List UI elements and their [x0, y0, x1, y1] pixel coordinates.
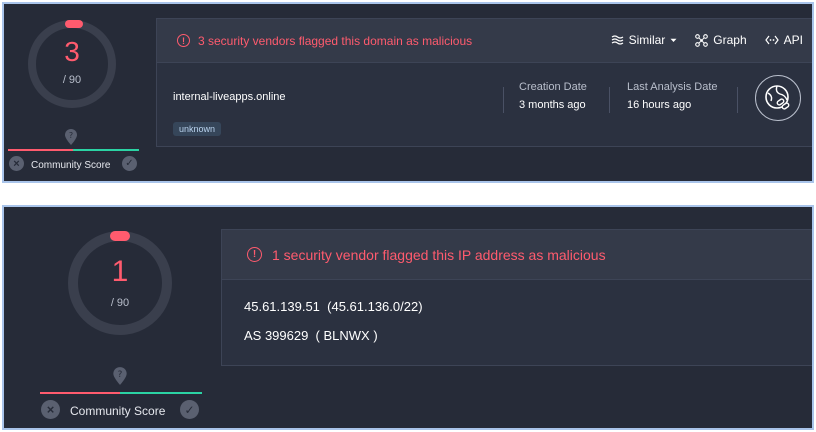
community-score-label: Community Score: [70, 404, 166, 418]
last-analysis-label: Last Analysis Date: [627, 81, 718, 93]
similar-label: Similar: [628, 33, 666, 47]
community-pin-icon: ?: [64, 128, 78, 151]
detections-total: / 90: [110, 297, 130, 309]
alert-header: ! 1 security vendor flagged this IP addr…: [222, 230, 812, 280]
similar-icon: [611, 35, 623, 45]
graph-icon: [695, 33, 709, 47]
community-score: ? × Community Score ✓: [34, 362, 209, 424]
api-icon: [764, 35, 779, 45]
ip-summary-card: ! 1 security vendor flagged this IP addr…: [221, 229, 812, 366]
divider: [737, 87, 738, 113]
vote-harmless-button[interactable]: ×: [9, 156, 24, 171]
creation-date: Creation Date 3 months ago: [519, 81, 587, 111]
detections-total: / 90: [62, 74, 82, 86]
domain-name[interactable]: internal-liveapps.online: [173, 91, 286, 103]
domain-summary-card: ! 3 security vendors flagged this domain…: [156, 18, 812, 147]
community-bar-negative: [40, 392, 120, 394]
community-pin-icon: ?: [112, 366, 128, 391]
divider: [503, 87, 504, 113]
detection-score-gauge: 3 / 90: [24, 16, 120, 112]
domain-report-panel: 3 / 90 ? × Community Score ✓ ! 3 securit…: [2, 2, 814, 183]
community-score: ? × Community Score ✓: [4, 122, 149, 180]
last-analysis-date: Last Analysis Date 16 hours ago: [627, 81, 718, 111]
ip-report-panel: 1 / 90 ? × Community Score ✓ ! 1 securit…: [2, 205, 814, 430]
community-score-label: Community Score: [31, 160, 111, 171]
vote-malicious-button[interactable]: ✓: [122, 156, 137, 171]
svg-text:?: ?: [69, 131, 73, 140]
vote-malicious-button[interactable]: ✓: [180, 400, 199, 419]
creation-date-label: Creation Date: [519, 81, 587, 93]
alert-icon: !: [247, 247, 262, 262]
creation-date-value: 3 months ago: [519, 99, 586, 111]
category-tag[interactable]: unknown: [173, 122, 222, 136]
detection-score-gauge: 1 / 90: [64, 227, 176, 339]
chevron-down-icon: [670, 38, 677, 42]
community-bar-positive: [120, 392, 202, 394]
alert-message: 3 security vendors flagged this domain a…: [198, 34, 473, 48]
detections-count: 1: [111, 255, 129, 288]
detections-count: 3: [64, 36, 80, 67]
divider: [609, 87, 610, 113]
api-button[interactable]: API: [764, 33, 803, 47]
vote-harmless-button[interactable]: ×: [41, 400, 60, 419]
web-links-icon[interactable]: [755, 75, 801, 121]
community-bar-negative: [8, 149, 73, 151]
report-actions: Similar Graph API: [611, 33, 803, 47]
alert-message: 1 security vendor flagged this IP addres…: [272, 247, 606, 263]
community-bar-positive: [73, 149, 139, 151]
ip-address[interactable]: 45.61.139.51 (45.61.136.0/22): [244, 299, 423, 314]
svg-text:?: ?: [118, 370, 123, 380]
last-analysis-value: 16 hours ago: [627, 99, 692, 111]
graph-button[interactable]: Graph: [695, 33, 747, 47]
autonomous-system[interactable]: AS 399629 ( BLNWX ): [244, 328, 378, 343]
api-label: API: [783, 33, 803, 47]
alert-icon: !: [177, 34, 190, 47]
graph-label: Graph: [713, 33, 747, 47]
similar-button[interactable]: Similar: [611, 33, 678, 47]
